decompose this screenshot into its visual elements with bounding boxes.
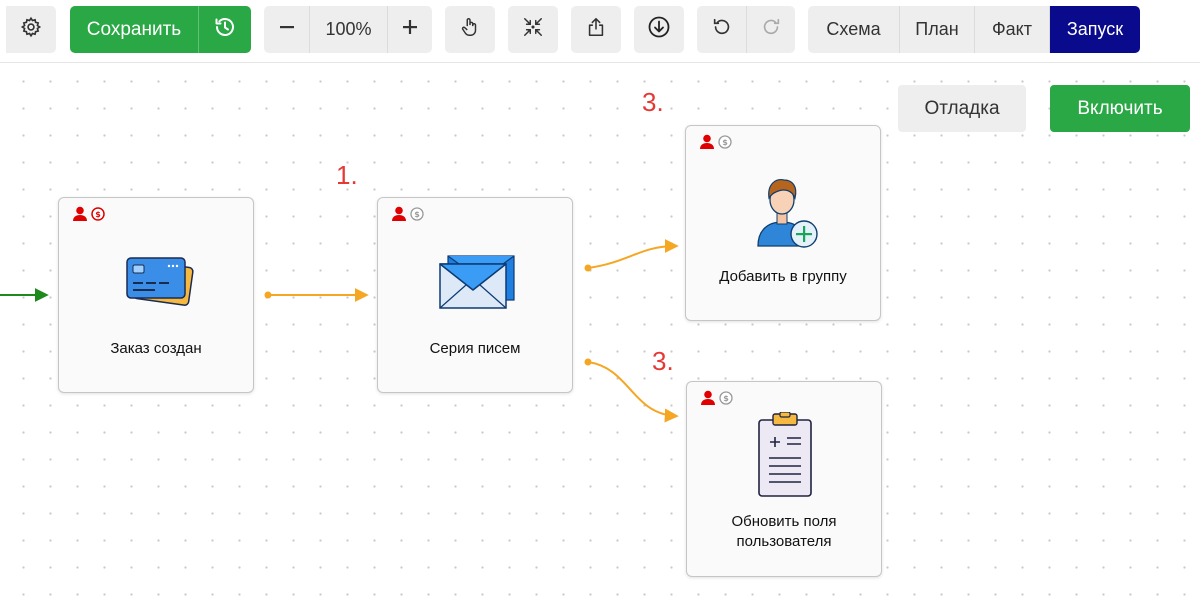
step-marker-3a: 3. — [642, 87, 664, 117]
user-icon — [700, 390, 716, 410]
node-order-created[interactable]: $ Заказ создан — [58, 197, 254, 393]
node-add-to-group[interactable]: $ Добавить в группу — [685, 125, 881, 321]
node-label: Заказ создан — [110, 340, 202, 357]
node-badges: $ — [72, 206, 105, 226]
coin-icon: $ — [410, 206, 424, 226]
connector-order-to-series[interactable] — [264, 288, 369, 302]
credit-card-icon — [123, 254, 195, 317]
svg-text:$: $ — [95, 210, 101, 219]
node-update-fields[interactable]: $ Обновить поля пользователя — [686, 381, 882, 577]
clipboard-icon — [757, 411, 813, 503]
node-label: Серия писем — [429, 340, 521, 357]
connector-series-to-group[interactable] — [584, 239, 679, 272]
node-badges: $ — [391, 206, 424, 226]
user-add-icon — [754, 174, 820, 255]
coin-icon: $ — [91, 206, 105, 226]
user-icon — [72, 206, 88, 226]
node-label: Обновить поля пользователя — [731, 513, 837, 550]
node-badges: $ — [700, 390, 733, 410]
svg-text:$: $ — [722, 138, 728, 147]
node-email-series[interactable]: $ Серия писем — [377, 197, 573, 393]
svg-text:$: $ — [723, 394, 729, 403]
step-marker-1: 1. — [336, 160, 358, 190]
user-icon — [699, 134, 715, 154]
step-marker-3b: 3. — [652, 346, 674, 376]
coin-icon: $ — [718, 134, 732, 154]
coin-icon: $ — [719, 390, 733, 410]
svg-text:$: $ — [414, 210, 420, 219]
node-label: Добавить в группу — [719, 268, 847, 285]
envelopes-icon — [438, 254, 518, 315]
node-badges: $ — [699, 134, 732, 154]
user-icon — [391, 206, 407, 226]
